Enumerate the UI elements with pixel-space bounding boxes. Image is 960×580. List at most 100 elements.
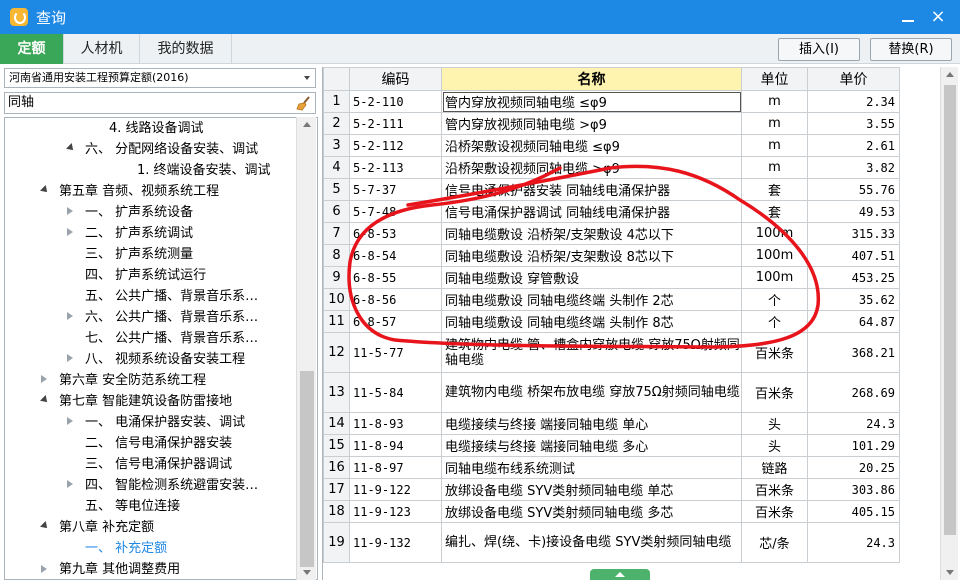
tree-node[interactable]: 三、 信号电涌保护器调试: [85, 454, 232, 475]
grid-scrollbar[interactable]: [940, 67, 958, 580]
table-row[interactable]: 4 5-2-113 沿桥架敷设视频同轴电缆 >φ9 m 3.82: [323, 156, 900, 179]
scroll-up-icon[interactable]: [946, 72, 954, 77]
header-price[interactable]: 单价: [807, 67, 900, 91]
header-name[interactable]: 名称: [441, 67, 742, 91]
table-row[interactable]: 16 11-8-97 同轴电缆布线系统测试 链路 20.25: [323, 456, 900, 479]
tree-node-selected[interactable]: 一、 补充定额: [85, 538, 167, 559]
table-row[interactable]: 19 11-9-132 编扎、焊(绕、卡)接设备电缆 SYV类射频同轴电缆 芯/条 24…: [323, 522, 900, 563]
collapse-triangle-icon[interactable]: [40, 395, 50, 405]
row-index: 9: [323, 266, 350, 289]
header-unit[interactable]: 单位: [741, 67, 808, 91]
tree-node[interactable]: 五、 公共广播、背景音乐系…: [85, 286, 258, 307]
tree-node[interactable]: 五、 等电位连接: [85, 496, 180, 517]
tree-node[interactable]: 七、 公共广播、背景音乐系…: [85, 328, 258, 349]
tree-node[interactable]: 六、 分配网络设备安装、调试: [85, 139, 258, 160]
expand-triangle-icon[interactable]: [67, 480, 73, 488]
expand-triangle-icon[interactable]: [67, 354, 73, 362]
row-price: 405.15: [807, 500, 900, 523]
collapse-triangle-icon[interactable]: [40, 185, 50, 195]
row-code: 5-2-112: [349, 134, 442, 157]
search-input[interactable]: 同轴: [4, 92, 316, 114]
tree-node[interactable]: 六、 公共广播、背景音乐系…: [85, 307, 258, 328]
tree-scroll-thumb[interactable]: [300, 371, 314, 567]
row-unit: 个: [741, 310, 808, 333]
tree-node[interactable]: 第七章 智能建筑设备防雷接地: [59, 391, 232, 412]
tree-node[interactable]: 四、 智能检测系统避雷安装…: [85, 475, 258, 496]
insert-button[interactable]: 插入(I): [778, 38, 860, 61]
table-row[interactable]: 12 11-5-77 建筑物内电缆 管、槽盒内穿放电缆 穿放75Ω射频同轴电缆 百米条…: [323, 332, 900, 373]
row-name: 同轴电缆敷设 沿桥架/支架敷设 4芯以下: [441, 222, 742, 245]
tree-node[interactable]: 一、 扩声系统设备: [85, 202, 193, 223]
minimize-icon[interactable]: [896, 6, 920, 28]
table-row[interactable]: 8 6-8-54 同轴电缆敷设 沿桥架/支架敷设 8芯以下 100m 407.51: [323, 244, 900, 267]
tab-my-data[interactable]: 我的数据: [140, 34, 232, 64]
row-code: 5-7-37: [349, 178, 442, 201]
row-unit: 百米条: [741, 500, 808, 523]
tree-node[interactable]: 四、 扩声系统试运行: [85, 265, 206, 286]
tree-node[interactable]: 二、 扩声系统调试: [85, 223, 193, 244]
row-name: 同轴电缆敷设 沿桥架/支架敷设 8芯以下: [441, 244, 742, 267]
row-index: 12: [323, 332, 350, 373]
expand-triangle-icon[interactable]: [41, 565, 47, 573]
table-row[interactable]: 13 11-5-84 建筑物内电缆 桥架布放电缆 穿放75Ω射频同轴电缆 百米条 268…: [323, 372, 900, 413]
table-row[interactable]: 2 5-2-111 管内穿放视频同轴电缆 >φ9 m 3.55: [323, 112, 900, 135]
expand-triangle-icon[interactable]: [67, 417, 73, 425]
title-bar: 查询 ×: [0, 0, 960, 34]
row-name: 编扎、焊(绕、卡)接设备电缆 SYV类射频同轴电缆: [441, 522, 742, 563]
row-index: 17: [323, 478, 350, 501]
tree-node[interactable]: 一、 电涌保护器安装、调试: [85, 412, 245, 433]
broom-clear-icon[interactable]: [296, 95, 312, 111]
table-row[interactable]: 15 11-8-94 电缆接续与终接 端接同轴电缆 多心头 101.29: [323, 434, 900, 457]
expand-panel-handle[interactable]: [590, 569, 650, 580]
collapse-triangle-icon[interactable]: [66, 143, 76, 153]
row-name: 同轴电缆敷设 穿管敷设: [441, 266, 742, 289]
chevron-down-icon[interactable]: [304, 76, 310, 80]
table-row[interactable]: 1 5-2-110 管内穿放视频同轴电缆 ≤φ9 m 2.34: [323, 90, 900, 113]
header-code[interactable]: 编码: [349, 67, 442, 91]
table-row[interactable]: 11 6-8-57 同轴电缆敷设 同轴电缆终端 头制作 8芯个 64.87: [323, 310, 900, 333]
row-unit: 链路: [741, 456, 808, 479]
tab-quota[interactable]: 定额: [0, 34, 64, 64]
tree-node[interactable]: 第六章 安全防范系统工程: [59, 370, 206, 391]
table-row[interactable]: 10 6-8-56 同轴电缆敷设 同轴电缆终端 头制作 2芯个 35.62: [323, 288, 900, 311]
tree-node[interactable]: 4. 线路设备调试: [109, 118, 204, 139]
tab-labor-material-machine[interactable]: 人材机: [64, 34, 140, 64]
tree-node[interactable]: 1. 终端设备安装、调试: [137, 160, 271, 181]
replace-button[interactable]: 替换(R): [870, 38, 952, 61]
expand-triangle-icon[interactable]: [41, 375, 47, 383]
quota-library-select[interactable]: 河南省通用安装工程预算定额(2016): [4, 68, 316, 88]
row-name: 沿桥架敷设视频同轴电缆 ≤φ9: [441, 134, 742, 157]
tree-node[interactable]: 八、 视频系统设备安装工程: [85, 349, 245, 370]
row-code: 11-9-123: [349, 500, 442, 523]
table-row[interactable]: 6 5-7-48 信号电涌保护器调试 同轴线电涌保护器套 49.53: [323, 200, 900, 223]
tree-node[interactable]: 第八章 补充定额: [59, 517, 154, 538]
tree-scrollbar[interactable]: [296, 117, 316, 580]
left-panel: 河南省通用安装工程预算定额(2016) 同轴 4. 线路设备调试 六、 分配网络…: [0, 65, 318, 580]
collapse-triangle-icon[interactable]: [40, 521, 50, 531]
tree-node[interactable]: 三、 扩声系统测量: [85, 244, 193, 265]
scroll-down-icon[interactable]: [946, 570, 954, 575]
row-unit: m: [741, 90, 808, 113]
expand-triangle-icon[interactable]: [67, 312, 73, 320]
row-unit: 100m: [741, 222, 808, 245]
scroll-up-icon[interactable]: [303, 122, 311, 127]
row-unit: 套: [741, 200, 808, 223]
table-row[interactable]: 9 6-8-55 同轴电缆敷设 穿管敷设 100m 453.25: [323, 266, 900, 289]
table-row[interactable]: 5 5-7-37 信号电涌保护器安装 同轴线电涌保护器套 55.76: [323, 178, 900, 201]
expand-triangle-icon[interactable]: [67, 207, 73, 215]
tree-node[interactable]: 第九章 其他调整费用: [59, 559, 180, 579]
table-row[interactable]: 18 11-9-123 放绑设备电缆 SYV类射频同轴电缆 多芯 百米条 405.15: [323, 500, 900, 523]
row-price: 453.25: [807, 266, 900, 289]
close-icon[interactable]: ×: [926, 6, 950, 28]
expand-triangle-icon[interactable]: [67, 228, 73, 236]
row-name: 电缆接续与终接 端接同轴电缆 多心: [441, 434, 742, 457]
tree-node[interactable]: 第五章 音频、视频系统工程: [59, 181, 219, 202]
table-row[interactable]: 14 11-8-93 电缆接续与终接 端接同轴电缆 单心头 24.3: [323, 412, 900, 435]
row-index: 14: [323, 412, 350, 435]
table-row[interactable]: 7 6-8-53 同轴电缆敷设 沿桥架/支架敷设 4芯以下 100m 315.33: [323, 222, 900, 245]
tree-node[interactable]: 二、 信号电涌保护器安装: [85, 433, 232, 454]
table-row[interactable]: 17 11-9-122 放绑设备电缆 SYV类射频同轴电缆 单芯 百米条 303.86: [323, 478, 900, 501]
grid-scroll-thumb[interactable]: [944, 85, 956, 535]
table-row[interactable]: 3 5-2-112 沿桥架敷设视频同轴电缆 ≤φ9 m 2.61: [323, 134, 900, 157]
scroll-down-icon[interactable]: [303, 570, 311, 575]
